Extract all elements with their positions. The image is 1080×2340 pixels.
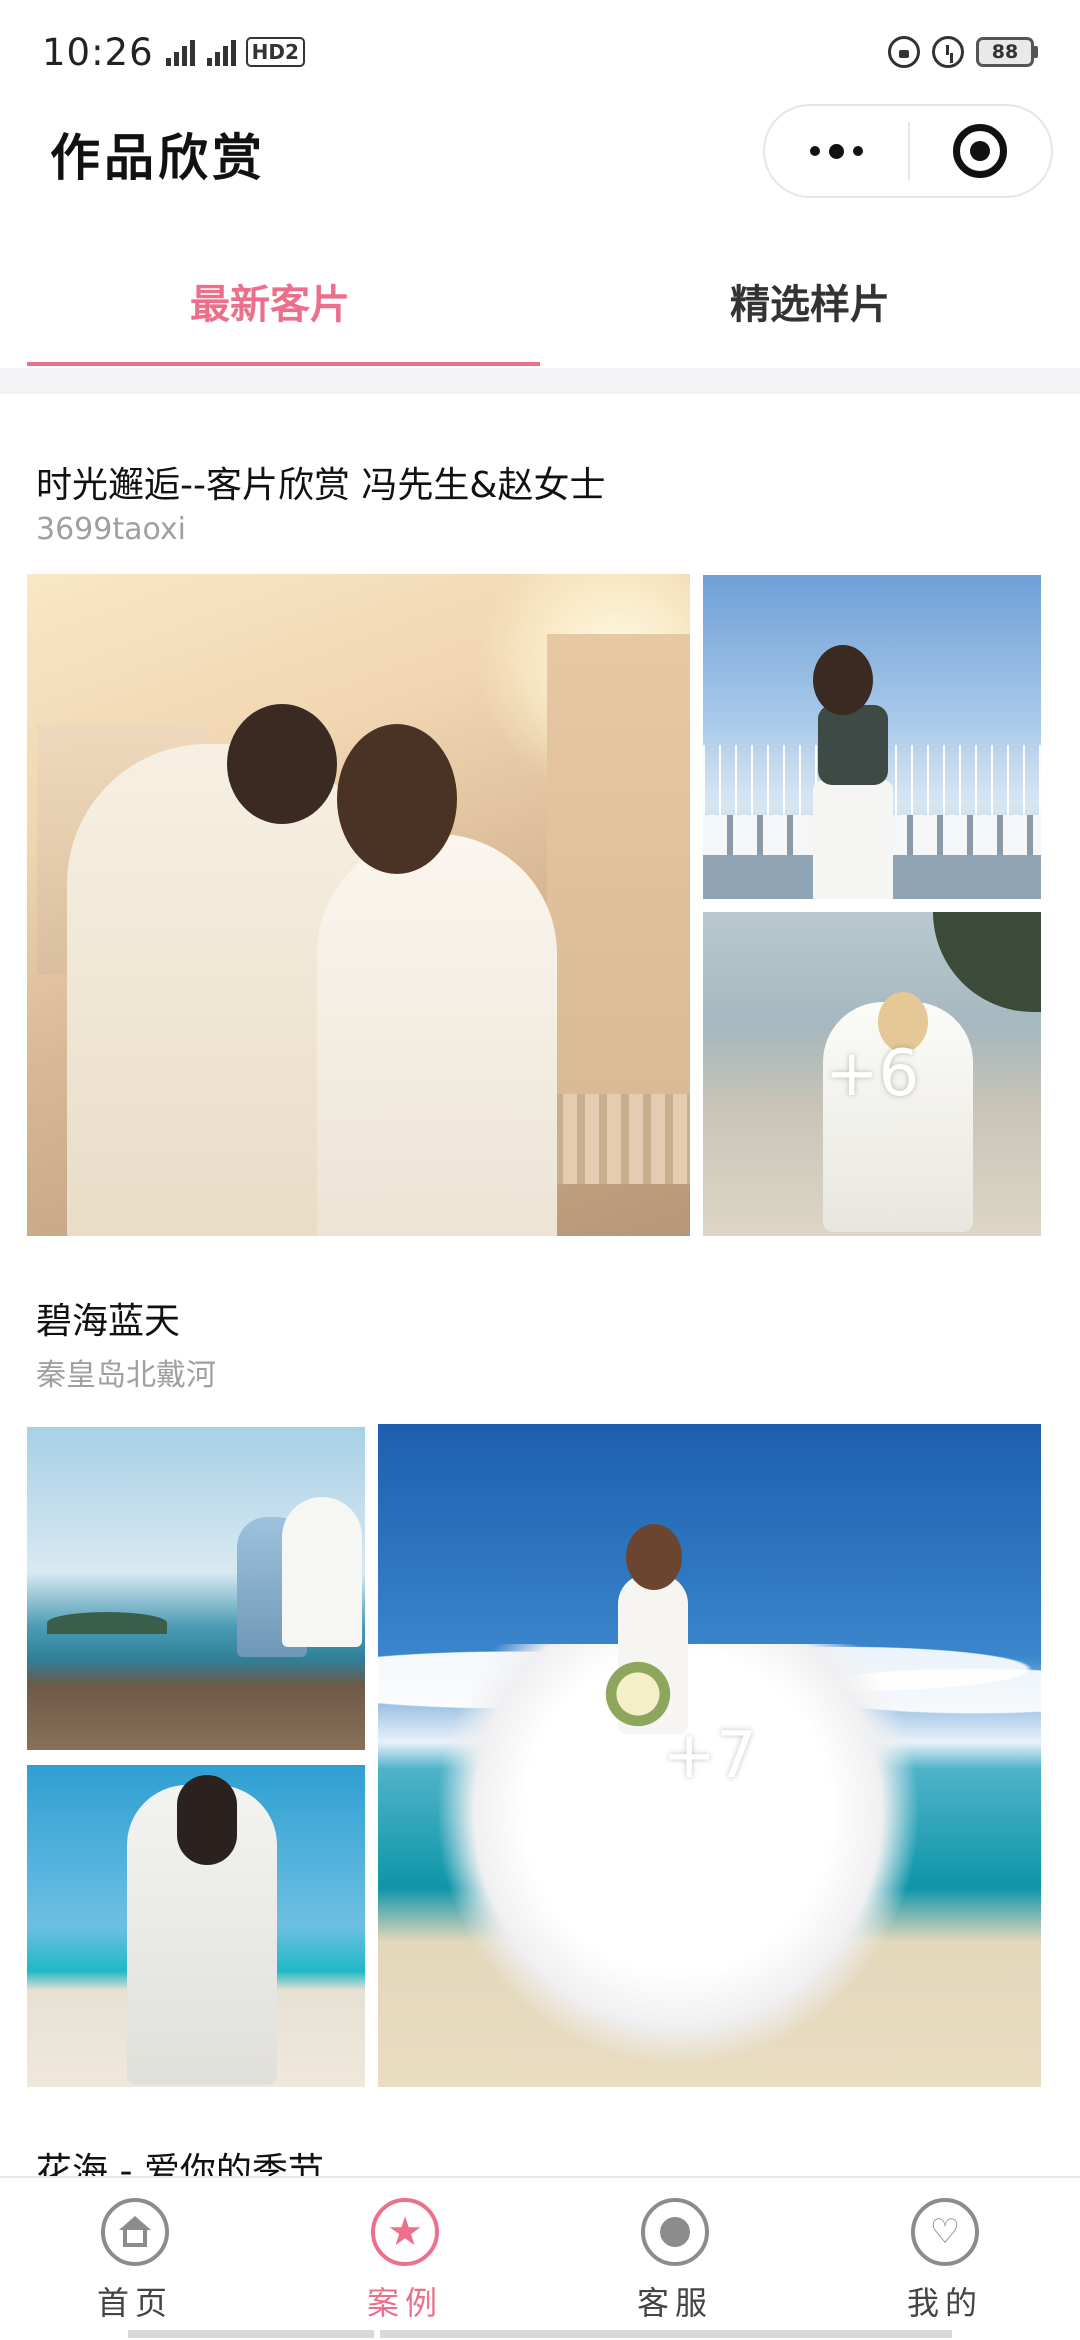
tab-label: 精选样片: [730, 282, 890, 328]
album-photo-more[interactable]: +6: [703, 912, 1041, 1236]
category-tabs: 最新客片 精选样片: [0, 236, 1080, 368]
star-icon: ★: [371, 2198, 439, 2266]
active-tab-underline: [27, 362, 540, 366]
tab-featured-samples[interactable]: 精选样片: [540, 236, 1080, 366]
album-title: 时光邂逅--客片欣赏 冯先生&赵女士: [36, 465, 606, 506]
tabbar-item-service[interactable]: 客服: [540, 2178, 810, 2340]
more-dots-icon[interactable]: [765, 106, 908, 196]
tab-latest-client[interactable]: 最新客片: [0, 236, 540, 366]
battery-icon: 88: [976, 37, 1038, 67]
tabbar-item-home[interactable]: 首页: [0, 2178, 270, 2340]
tabbar-label: 首页: [96, 2284, 173, 2322]
lock-icon: [888, 36, 920, 68]
album-subtitle: 3699taoxi: [36, 512, 187, 547]
page-title: 作品欣赏: [50, 128, 266, 187]
tabbar-item-cases[interactable]: ★ 案例: [270, 2178, 540, 2340]
hd-badge: HD2: [245, 37, 305, 67]
tabbar-item-mine[interactable]: ♡ 我的: [810, 2178, 1080, 2340]
album-subtitle: 秦皇岛北戴河: [36, 1358, 216, 1393]
home-indicator: [128, 2330, 374, 2338]
signal-icon: [165, 38, 195, 66]
tabbar-label: 案例: [366, 2284, 443, 2322]
album-title: 碧海蓝天: [36, 1301, 181, 1342]
target-circle-icon: [953, 124, 1008, 178]
more-photos-count: +7: [662, 1718, 757, 1793]
heart-icon: ♡: [911, 2198, 979, 2266]
album-photo-thumb[interactable]: [27, 1427, 365, 1750]
section-divider: [0, 368, 1080, 394]
close-miniprogram-button[interactable]: [910, 106, 1051, 196]
miniprogram-capsule: [763, 104, 1053, 198]
home-icon: [101, 2198, 169, 2266]
nav-bar: 作品欣赏: [0, 104, 1080, 200]
more-photos-count: +6: [824, 1037, 920, 1111]
album-photo-thumb[interactable]: [27, 1765, 365, 2087]
customer-service-icon: [641, 2198, 709, 2266]
status-time: 10:26: [42, 30, 154, 74]
bottom-tab-bar: 首页 ★ 案例 客服 ♡ 我的: [0, 2176, 1080, 2340]
alarm-icon: [932, 36, 964, 68]
tabbar-label: 客服: [636, 2284, 713, 2322]
album-photo-main[interactable]: [27, 574, 690, 1236]
signal-icon-2: [206, 38, 236, 66]
album-photo-thumb[interactable]: [703, 575, 1041, 899]
battery-level: 88: [976, 37, 1034, 67]
tabbar-label: 我的: [906, 2284, 983, 2322]
home-indicator: [380, 2330, 952, 2338]
tab-label: 最新客片: [190, 282, 350, 328]
status-bar: 10:26 HD2 88: [0, 0, 1080, 104]
album-photo-more[interactable]: +7: [378, 1424, 1041, 2087]
